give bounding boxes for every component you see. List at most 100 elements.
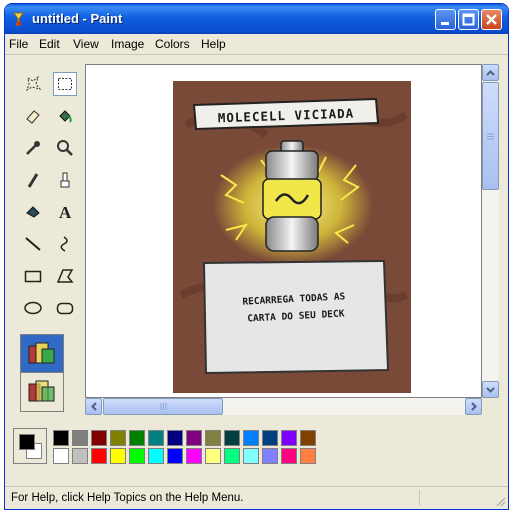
- close-icon: [486, 14, 497, 25]
- airbrush-icon: [26, 206, 40, 218]
- pencil-icon: [27, 173, 39, 188]
- polygon-icon: [56, 269, 74, 283]
- palette-swatch[interactable]: [243, 430, 259, 446]
- palette-swatch[interactable]: [110, 448, 126, 464]
- palette-swatch[interactable]: [148, 448, 164, 464]
- palette-swatch[interactable]: [53, 448, 69, 464]
- polygon-tool[interactable]: [53, 264, 77, 288]
- menu-bar: File Edit View Image Colors Help: [5, 34, 508, 55]
- vertical-scrollbar[interactable]: [482, 64, 499, 398]
- ellipse-icon: [24, 301, 42, 315]
- palette-swatch[interactable]: [129, 448, 145, 464]
- eyedropper-icon: [26, 141, 40, 155]
- menu-view[interactable]: View: [73, 37, 99, 51]
- curve-tool[interactable]: [53, 232, 77, 256]
- rectangle-select-icon: [58, 78, 72, 90]
- paint-bucket-icon: [59, 110, 72, 123]
- opaque-shapes-icon: [28, 342, 55, 364]
- palette-swatch[interactable]: [224, 430, 240, 446]
- rectangle-tool[interactable]: [21, 264, 45, 288]
- palette-swatch[interactable]: [300, 448, 316, 464]
- scroll-down-button[interactable]: [482, 381, 499, 398]
- palette-swatch[interactable]: [91, 430, 107, 446]
- palette-swatch[interactable]: [110, 430, 126, 446]
- battery-icon: [262, 140, 322, 252]
- close-button[interactable]: [481, 9, 502, 30]
- resize-grip-icon[interactable]: [494, 495, 506, 507]
- select-tool[interactable]: [53, 72, 77, 96]
- title-bar[interactable]: untitled - Paint: [5, 4, 508, 34]
- status-help-text: For Help, click Help Topics on the Help …: [11, 492, 244, 504]
- tool-box: A: [7, 66, 83, 412]
- magnifier-tool[interactable]: [53, 136, 77, 160]
- fill-tool[interactable]: [53, 104, 77, 128]
- card-image: MOLECELL VICIADA RECARREGA TODAS AS CART…: [173, 81, 411, 393]
- line-icon: [25, 237, 41, 251]
- rectangle-icon: [24, 270, 42, 283]
- palette-swatch[interactable]: [205, 430, 221, 446]
- palette-swatch[interactable]: [72, 448, 88, 464]
- transparent-option[interactable]: [20, 372, 64, 412]
- palette-swatch[interactable]: [186, 448, 202, 464]
- ellipse-tool[interactable]: [21, 296, 45, 320]
- palette-swatch[interactable]: [167, 448, 183, 464]
- drawing-canvas[interactable]: MOLECELL VICIADA RECARREGA TODAS AS CART…: [85, 64, 482, 398]
- transparent-shapes-icon: [28, 380, 55, 402]
- brush-tool[interactable]: [53, 168, 77, 192]
- chevron-left-icon: [90, 402, 97, 411]
- horizontal-scrollbar[interactable]: [85, 398, 482, 415]
- minimize-button[interactable]: [435, 9, 456, 30]
- palette-swatch[interactable]: [186, 430, 202, 446]
- horizontal-scroll-thumb[interactable]: [103, 398, 223, 415]
- airbrush-tool[interactable]: [21, 200, 45, 224]
- chevron-up-icon: [486, 69, 495, 76]
- palette-swatch[interactable]: [53, 430, 69, 446]
- maximize-button[interactable]: [458, 9, 479, 30]
- eraser-icon: [26, 110, 40, 124]
- grip-icon: [160, 403, 166, 410]
- palette-swatch[interactable]: [167, 430, 183, 446]
- text-icon: A: [59, 203, 72, 221]
- palette-swatch[interactable]: [205, 448, 221, 464]
- menu-edit[interactable]: Edit: [39, 37, 60, 51]
- menu-file[interactable]: File: [9, 37, 28, 51]
- palette-swatch[interactable]: [300, 430, 316, 446]
- maximize-icon: [462, 13, 475, 26]
- palette-swatch[interactable]: [281, 448, 297, 464]
- opaque-option[interactable]: [20, 334, 64, 374]
- magnifier-icon: [57, 140, 73, 156]
- rounded-rectangle-tool[interactable]: [53, 296, 77, 320]
- palette-swatch[interactable]: [91, 448, 107, 464]
- color-palette: [5, 422, 508, 472]
- current-colors-box[interactable]: [13, 428, 47, 464]
- text-tool[interactable]: A: [53, 200, 77, 224]
- menu-colors[interactable]: Colors: [155, 37, 190, 51]
- vertical-scroll-thumb[interactable]: [482, 82, 499, 190]
- grip-icon: [487, 133, 494, 139]
- palette-swatch[interactable]: [243, 448, 259, 464]
- paint-app-icon: [13, 12, 24, 26]
- minimize-icon: [441, 22, 449, 25]
- palette-swatch[interactable]: [224, 448, 240, 464]
- menu-image[interactable]: Image: [111, 37, 144, 51]
- free-form-select-icon: [26, 75, 42, 92]
- brush-icon: [60, 172, 70, 188]
- scroll-left-button[interactable]: [85, 398, 102, 415]
- palette-swatch[interactable]: [148, 430, 164, 446]
- palette-swatch[interactable]: [262, 448, 278, 464]
- free-form-select-tool[interactable]: [21, 72, 45, 96]
- paint-window: untitled - Paint File Edit View Image Co…: [4, 3, 509, 510]
- foreground-color-swatch[interactable]: [19, 434, 35, 450]
- chevron-right-icon: [470, 402, 477, 411]
- eraser-tool[interactable]: [21, 104, 45, 128]
- scroll-right-button[interactable]: [465, 398, 482, 415]
- palette-swatch[interactable]: [129, 430, 145, 446]
- scroll-up-button[interactable]: [482, 64, 499, 81]
- pick-color-tool[interactable]: [21, 136, 45, 160]
- line-tool[interactable]: [21, 232, 45, 256]
- palette-swatch[interactable]: [262, 430, 278, 446]
- pencil-tool[interactable]: [21, 168, 45, 192]
- palette-swatch[interactable]: [72, 430, 88, 446]
- palette-swatch[interactable]: [281, 430, 297, 446]
- menu-help[interactable]: Help: [201, 37, 226, 51]
